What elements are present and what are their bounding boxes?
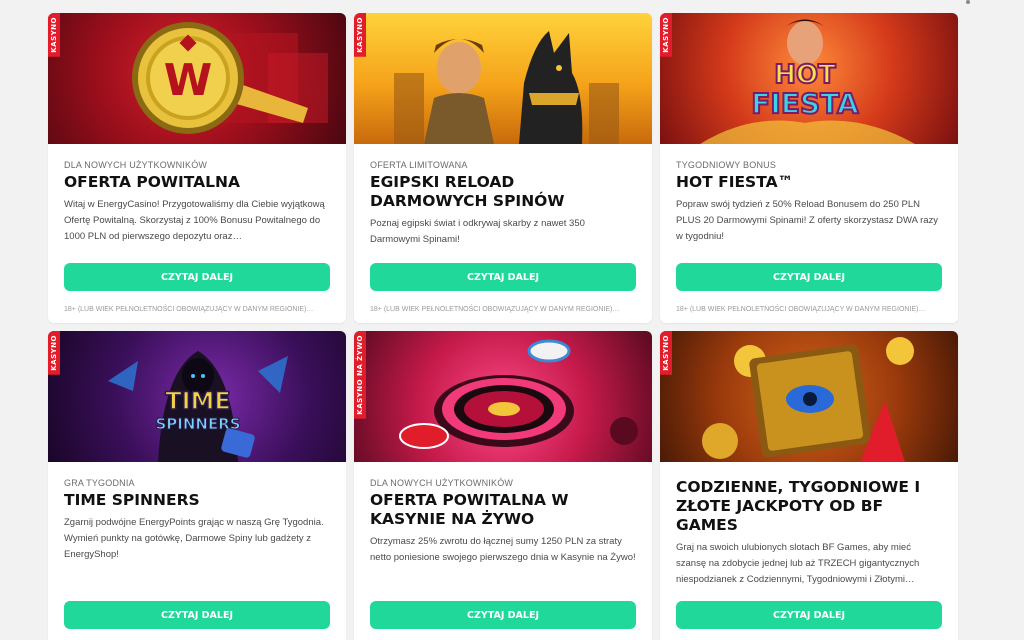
read-more-button[interactable]: CZYTAJ DALEJ bbox=[370, 263, 636, 291]
promo-banner-image: KASYNO TIME SPINNERS bbox=[48, 331, 346, 462]
read-more-button[interactable]: CZYTAJ DALEJ bbox=[676, 263, 942, 291]
promo-title: HOT FIESTA™ bbox=[676, 173, 794, 191]
read-more-button[interactable]: CZYTAJ DALEJ bbox=[370, 601, 636, 629]
category-tag: KASYNO bbox=[48, 331, 60, 375]
golden-book-icon bbox=[702, 337, 914, 462]
promo-banner-image: KASYNO bbox=[354, 13, 652, 144]
promo-description: Zgarnij podwójne EnergyPoints grając w n… bbox=[64, 517, 324, 560]
age-disclaimer: 18+ (LUB WIEK PEŁNOLETNOŚCI OBOWIĄZUJĄCY… bbox=[370, 306, 620, 313]
category-tag: KASYNO bbox=[660, 331, 672, 375]
banner-fiesta-text: FIESTA bbox=[751, 87, 859, 120]
promo-card-egyptian-reload: KASYNO OFERTA LIMITOWANA EGIPSKI RELOAD … bbox=[354, 13, 652, 323]
promo-banner-image: KASYNO W bbox=[48, 13, 346, 144]
promo-kicker: DLA NOWYCH UŻYTKOWNIKÓW bbox=[64, 160, 208, 170]
promo-description: Graj na swoich ulubionych slotach BF Gam… bbox=[676, 542, 920, 585]
promo-kicker: TYGODNIOWY BONUS bbox=[676, 160, 777, 170]
promo-description: Witaj w EnergyCasino! Przygotowaliśmy dl… bbox=[64, 199, 325, 242]
promo-title: OFERTA POWITALNA W KASYNIE NA ŻYWO bbox=[370, 491, 569, 528]
age-disclaimer: 18+ (LUB WIEK PEŁNOLETNOŚCI OBOWIĄZUJĄCY… bbox=[676, 306, 926, 313]
egyptian-characters-icon bbox=[394, 31, 619, 144]
promo-banner-image: KASYNO NA ŻYWO bbox=[354, 331, 652, 462]
promo-description: Poznaj egipski świat i odkrywaj skarby z… bbox=[370, 218, 585, 245]
promotions-grid: KASYNO W DLA NOWYCH UŻYTKOWNIKÓW OFERTA … bbox=[48, 13, 958, 640]
scroll-indicator[interactable] bbox=[966, 0, 970, 4]
svg-text:W: W bbox=[164, 55, 213, 106]
promo-card-hot-fiesta: KASYNO HOT FIESTA TYGODNIOWY BONUS HOT F… bbox=[660, 13, 958, 323]
promo-title: CODZIENNE, TYGODNIOWE I ZŁOTE JACKPOTY O… bbox=[676, 478, 921, 534]
energy-w-logo-icon: W bbox=[132, 22, 328, 134]
promo-card-welcome-offer: KASYNO W DLA NOWYCH UŻYTKOWNIKÓW OFERTA … bbox=[48, 13, 346, 323]
promo-description: Popraw swój tydzień z 50% Reload Bonusem… bbox=[676, 199, 939, 242]
promo-card-live-casino-welcome: KASYNO NA ŻYWO DLA NOWYCH UŻYTKOWNIKÓW O… bbox=[354, 331, 652, 640]
promo-kicker: OFERTA LIMITOWANA bbox=[370, 160, 468, 170]
promo-title: OFERTA POWITALNA bbox=[64, 173, 240, 191]
category-tag: KASYNO bbox=[354, 13, 366, 57]
read-more-button[interactable]: CZYTAJ DALEJ bbox=[676, 601, 942, 629]
category-tag: KASYNO NA ŻYWO bbox=[354, 331, 366, 419]
read-more-button[interactable]: CZYTAJ DALEJ bbox=[64, 601, 330, 629]
promo-card-bf-games-jackpots: KASYNO CODZIENNE, TYGODNIOWE I ZŁOTE JAC… bbox=[660, 331, 958, 640]
promo-kicker: GRA TYGODNIA bbox=[64, 478, 135, 488]
hot-fiesta-logo-icon: HOT FIESTA bbox=[700, 19, 915, 144]
promo-kicker: DLA NOWYCH UŻYTKOWNIKÓW bbox=[370, 478, 514, 488]
age-disclaimer: 18+ (LUB WIEK PEŁNOLETNOŚCI OBOWIĄZUJĄCY… bbox=[64, 306, 314, 313]
banner-time-text: TIME bbox=[165, 387, 231, 415]
roulette-wheel-icon bbox=[399, 339, 638, 449]
promo-title: TIME SPINNERS bbox=[64, 491, 200, 509]
promo-title: EGIPSKI RELOAD DARMOWYCH SPINÓW bbox=[370, 173, 565, 210]
banner-hot-text: HOT bbox=[774, 60, 836, 90]
read-more-button[interactable]: CZYTAJ DALEJ bbox=[64, 263, 330, 291]
time-spinners-logo-icon: TIME SPINNERS bbox=[108, 351, 288, 462]
category-tag: KASYNO bbox=[660, 13, 672, 57]
promo-banner-image: KASYNO HOT FIESTA bbox=[660, 13, 958, 144]
promo-card-time-spinners: KASYNO TIME SPINNERS GRA TYGODNIA TIME S… bbox=[48, 331, 346, 640]
promo-description: Otrzymasz 25% zwrotu do łącznej sumy 125… bbox=[370, 536, 636, 563]
category-tag: KASYNO bbox=[48, 13, 60, 57]
promo-banner-image: KASYNO bbox=[660, 331, 958, 462]
